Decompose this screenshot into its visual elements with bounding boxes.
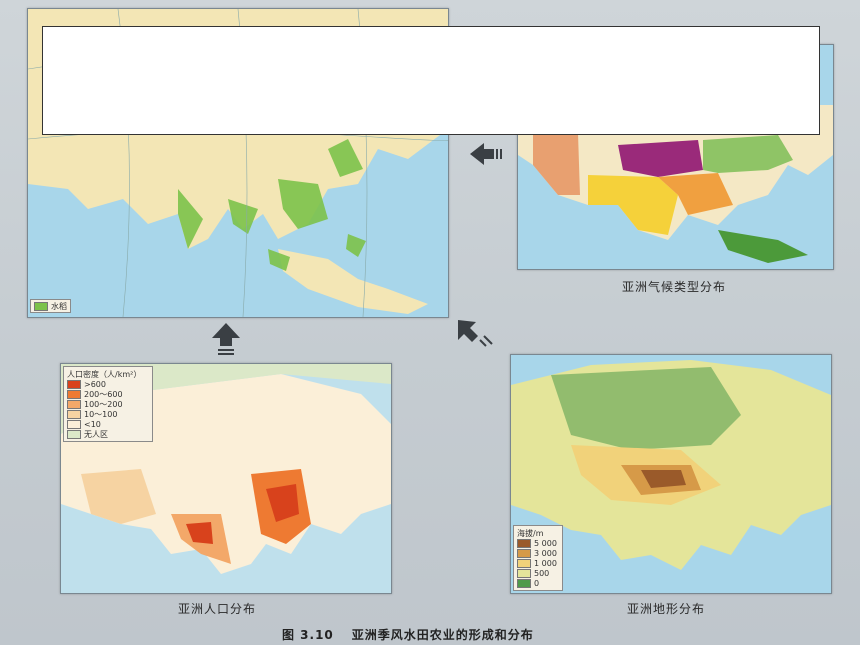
terrain-legend-item: 0 [517, 578, 559, 588]
population-legend-item: <10 [67, 419, 149, 429]
figure-number: 图 3.10 [282, 628, 334, 642]
terrain-legend-item: 1 000 [517, 558, 559, 568]
population-legend-label: 无人区 [84, 429, 108, 439]
population-legend-label: 10～100 [84, 409, 118, 419]
population-legend-label: <10 [84, 419, 101, 429]
population-map: 人口密度（人/km²） >600 200～600 100～200 10～100 … [60, 363, 392, 594]
rice-legend-label: 水稻 [51, 301, 67, 311]
terrain-legend-item: 5 000 [517, 538, 559, 548]
population-legend-title: 人口密度（人/km²） [67, 370, 142, 379]
figure-caption: 图 3.10 亚洲季风水田农业的形成和分布 [282, 626, 534, 643]
arrow-up-icon [212, 323, 240, 355]
population-legend-item: 10～100 [67, 409, 149, 419]
figure-title: 亚洲季风水田农业的形成和分布 [351, 628, 534, 642]
population-legend-label: >600 [84, 379, 106, 389]
population-legend-swatch [67, 399, 81, 409]
rice-legend: 水稻 [30, 299, 71, 313]
terrain-legend-swatch [517, 568, 531, 578]
terrain-map-caption: 亚洲地形分布 [627, 602, 706, 616]
terrain-map: 海拔/m 5 000 3 000 1 000 500 0 [510, 354, 832, 594]
terrain-legend-label: 0 [534, 578, 540, 588]
population-legend: 人口密度（人/km²） >600 200～600 100～200 10～100 … [63, 366, 153, 442]
terrain-legend-item: 3 000 [517, 548, 559, 558]
population-legend-item: 无人区 [67, 429, 149, 439]
terrain-legend-swatch [517, 548, 531, 558]
population-legend-swatch [67, 379, 81, 389]
terrain-legend-item: 500 [517, 568, 559, 578]
terrain-legend-label: 5 000 [534, 538, 557, 548]
terrain-legend-label: 1 000 [534, 558, 557, 568]
population-legend-swatch [67, 409, 81, 419]
rice-legend-swatch [34, 301, 48, 311]
population-legend-item: 200～600 [67, 389, 149, 399]
terrain-legend-swatch [517, 558, 531, 568]
population-legend-swatch [67, 389, 81, 399]
population-map-caption: 亚洲人口分布 [178, 602, 257, 616]
population-legend-item: 100～200 [67, 399, 149, 409]
terrain-legend-title: 海拔/m [517, 529, 544, 538]
terrain-legend-label: 3 000 [534, 548, 557, 558]
blank-overlay-box [42, 26, 820, 135]
population-legend-swatch [67, 429, 81, 439]
terrain-legend: 海拔/m 5 000 3 000 1 000 500 0 [513, 525, 563, 591]
terrain-legend-swatch [517, 538, 531, 548]
arrow-left-icon [470, 143, 502, 165]
climate-map-caption: 亚洲气候类型分布 [622, 280, 727, 294]
terrain-legend-swatch [517, 578, 531, 588]
arrow-up-left-icon [458, 320, 493, 347]
population-legend-item: >600 [67, 379, 149, 389]
population-legend-swatch [67, 419, 81, 429]
terrain-legend-label: 500 [534, 568, 550, 578]
